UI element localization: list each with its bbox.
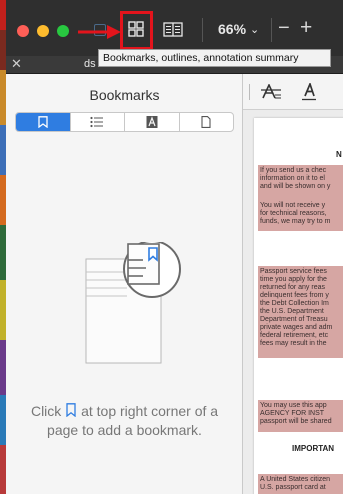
tab-document[interactable]: ds (84, 58, 96, 70)
red-arrow-annotation (78, 25, 121, 39)
page-heading: N (336, 150, 342, 159)
page-icon (201, 116, 211, 128)
close-window-button[interactable] (17, 25, 29, 37)
page-line: fees may result in the (260, 340, 327, 347)
page-line: private wages and adm (260, 324, 333, 331)
underline-text-icon[interactable] (301, 83, 317, 101)
bookmark-icon (66, 403, 76, 417)
chevron-down-icon[interactable]: ⌄ (250, 23, 259, 36)
toolbar-divider (249, 84, 250, 100)
page-line: federal retirement, etc (260, 332, 329, 339)
page-line: Passport service fees (260, 268, 327, 275)
page-line: passport will be shared (260, 418, 332, 425)
page-line: delinquent fees from y (260, 292, 329, 299)
annotation-toolbar (243, 74, 343, 110)
annotation-icon (146, 116, 158, 128)
strikethrough-text-icon[interactable] (261, 84, 281, 100)
page-line: AGENCY FOR INST (260, 410, 325, 417)
toolbar-divider (271, 18, 272, 42)
bookmark-icon (38, 116, 48, 128)
sidebar-title: Bookmarks (89, 87, 160, 103)
document-view[interactable]: N If you send us a chec information on i… (243, 74, 343, 494)
page-line: time you apply for the (260, 276, 327, 283)
page-line: You will not receive y (260, 202, 326, 209)
two-page-view-icon[interactable] (163, 22, 183, 37)
zoom-out-button[interactable]: − (278, 17, 290, 40)
tab-outlines[interactable] (71, 113, 125, 131)
hint-text-before: Click (30, 403, 62, 419)
grid-view-icon[interactable] (127, 20, 145, 38)
document-page: N If you send us a chec information on i… (254, 118, 343, 494)
tab-bookmarks[interactable] (16, 113, 71, 131)
zoom-window-button[interactable] (57, 25, 69, 37)
page-line: for technical reasons, (260, 210, 327, 217)
page-line: You may use this app (260, 402, 327, 409)
page-line: and will be shown on y (260, 183, 331, 190)
page-line: funds, we may try to m (260, 218, 331, 225)
page-heading: IMPORTAN (292, 444, 335, 453)
minimize-window-button[interactable] (37, 25, 49, 37)
close-tab-icon[interactable]: ✕ (11, 56, 22, 72)
toolbar-divider (202, 18, 203, 42)
page-line: Department of Treasu (260, 316, 328, 323)
page-line: A United States citizen (260, 476, 331, 483)
page-line: returned for any reas (260, 284, 325, 291)
page-line: U.S. passport card at (260, 484, 326, 491)
page-line: the U.S. Department (260, 308, 324, 315)
page-line: information on it to el (260, 175, 325, 182)
bookmarks-sidebar: Bookmarks Click at top right corner of a… (6, 74, 243, 494)
bookmark-illustration (85, 242, 181, 364)
page-line: If you send us a chec (260, 167, 327, 174)
tab-annotations[interactable] (125, 113, 180, 131)
window-toolbar: 66% ⌄ − + (6, 0, 343, 56)
list-icon (90, 116, 104, 128)
tab-pages[interactable] (180, 113, 234, 131)
zoom-level[interactable]: 66% (218, 21, 246, 37)
page-line: the Debt Collection Im (260, 300, 329, 307)
sidebar-view-selector (15, 112, 234, 132)
bookmark-hint: Click at top right corner of a page to a… (14, 402, 235, 440)
zoom-in-button[interactable]: + (300, 16, 312, 40)
tooltip: Bookmarks, outlines, annotation summary (98, 49, 331, 67)
